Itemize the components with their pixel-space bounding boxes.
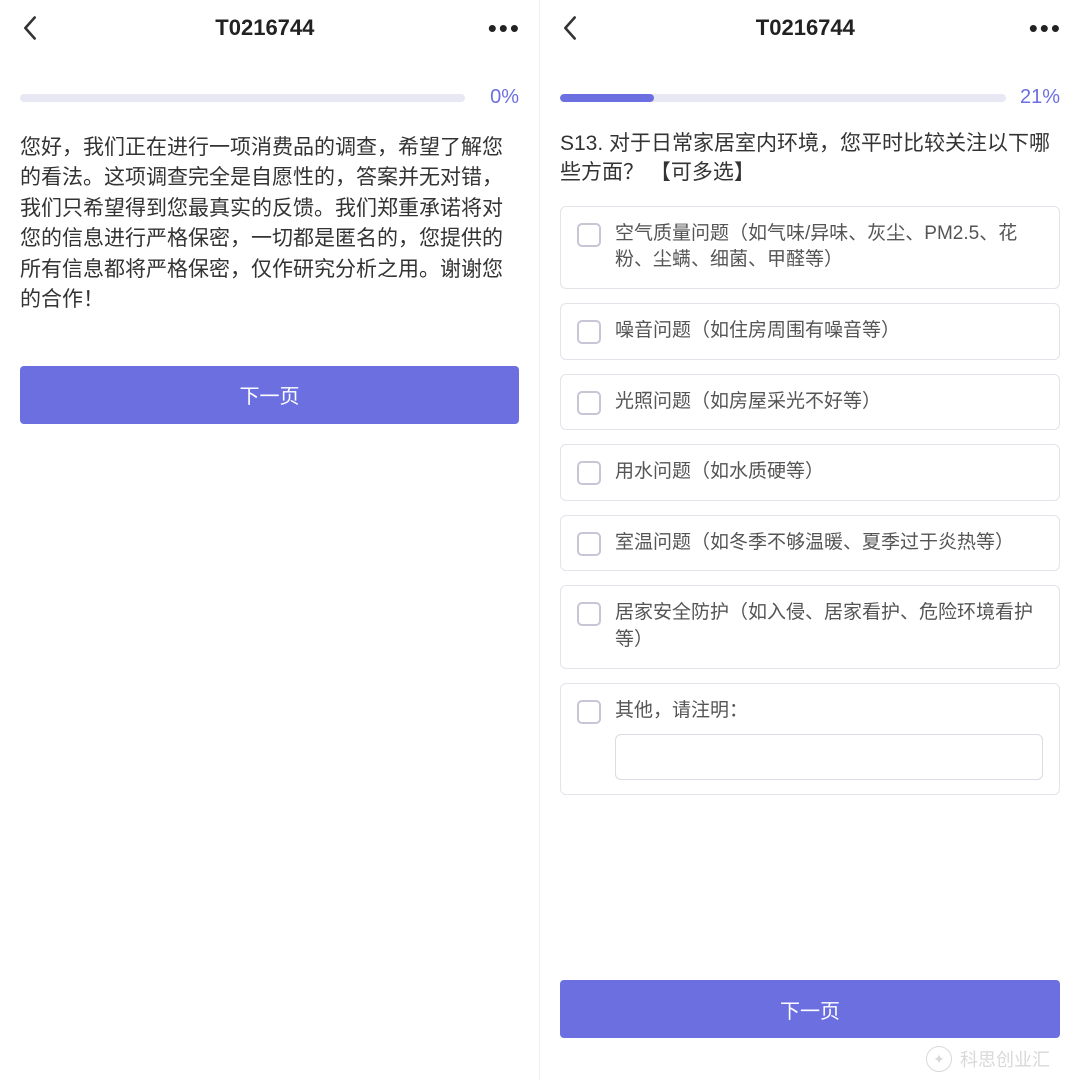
header: T0216744 ••• <box>0 0 539 56</box>
next-button[interactable]: 下一页 <box>20 366 519 424</box>
option-label: 居家安全防护（如入侵、居家看护、危险环境看护等） <box>615 600 1043 653</box>
option-item[interactable]: 室温问题（如冬季不够温暖、夏季过于炎热等） <box>560 515 1060 572</box>
more-icon[interactable]: ••• <box>1029 13 1062 44</box>
intro-text: 您好，我们正在进行一项消费品的调查，希望了解您的看法。这项调查完全是自愿性的，答… <box>0 119 539 316</box>
back-icon[interactable] <box>558 16 582 40</box>
progress-fill <box>560 94 654 102</box>
watermark-text: 科思创业汇 <box>960 1046 1050 1072</box>
wechat-icon: ✦ <box>926 1046 952 1072</box>
option-label: 空气质量问题（如气味/异味、灰尘、PM2.5、花粉、尘螨、细菌、甲醛等） <box>615 221 1043 274</box>
option-item[interactable]: 空气质量问题（如气味/异味、灰尘、PM2.5、花粉、尘螨、细菌、甲醛等） <box>560 206 1060 289</box>
option-item-other[interactable]: 其他，请注明： <box>560 683 1060 796</box>
option-item[interactable]: 居家安全防护（如入侵、居家看护、危险环境看护等） <box>560 585 1060 668</box>
option-label: 光照问题（如房屋采光不好等） <box>615 389 881 416</box>
checkbox-icon[interactable] <box>577 461 601 485</box>
option-label: 用水问题（如水质硬等） <box>615 459 824 486</box>
checkbox-icon[interactable] <box>577 532 601 556</box>
question-text: S13. 对于日常家居室内环境，您平时比较关注以下哪些方面？ 【可多选】 <box>540 119 1080 188</box>
watermark: ✦ 科思创业汇 <box>926 1046 1050 1072</box>
page-title: T0216744 <box>756 15 855 41</box>
checkbox-icon[interactable] <box>577 223 601 247</box>
option-item[interactable]: 噪音问题（如住房周围有噪音等） <box>560 303 1060 360</box>
progress: 0% <box>0 56 539 119</box>
option-label: 噪音问题（如住房周围有噪音等） <box>615 318 900 345</box>
page-title: T0216744 <box>215 15 314 41</box>
progress-bar <box>560 94 1006 102</box>
next-button[interactable]: 下一页 <box>560 980 1060 1038</box>
header: T0216744 ••• <box>540 0 1080 56</box>
option-item[interactable]: 用水问题（如水质硬等） <box>560 444 1060 501</box>
option-label: 其他，请注明： <box>615 698 748 725</box>
option-list: 空气质量问题（如气味/异味、灰尘、PM2.5、花粉、尘螨、细菌、甲醛等） 噪音问… <box>540 188 1080 795</box>
checkbox-icon[interactable] <box>577 602 601 626</box>
survey-panel-question: T0216744 ••• 21% S13. 对于日常家居室内环境，您平时比较关注… <box>540 0 1080 1080</box>
more-icon[interactable]: ••• <box>488 13 521 44</box>
progress-percent: 21% <box>1016 86 1060 109</box>
other-input[interactable] <box>615 734 1043 780</box>
progress-bar <box>20 94 465 102</box>
checkbox-icon[interactable] <box>577 391 601 415</box>
checkbox-icon[interactable] <box>577 700 601 724</box>
bottom-bar: 下一页 <box>540 980 1080 1038</box>
checkbox-icon[interactable] <box>577 320 601 344</box>
progress-percent: 0% <box>475 86 519 109</box>
option-label: 室温问题（如冬季不够温暖、夏季过于炎热等） <box>615 530 1014 557</box>
back-icon[interactable] <box>18 16 42 40</box>
option-item[interactable]: 光照问题（如房屋采光不好等） <box>560 374 1060 431</box>
survey-panel-intro: T0216744 ••• 0% 您好，我们正在进行一项消费品的调查，希望了解您的… <box>0 0 540 1080</box>
progress: 21% <box>540 56 1080 119</box>
